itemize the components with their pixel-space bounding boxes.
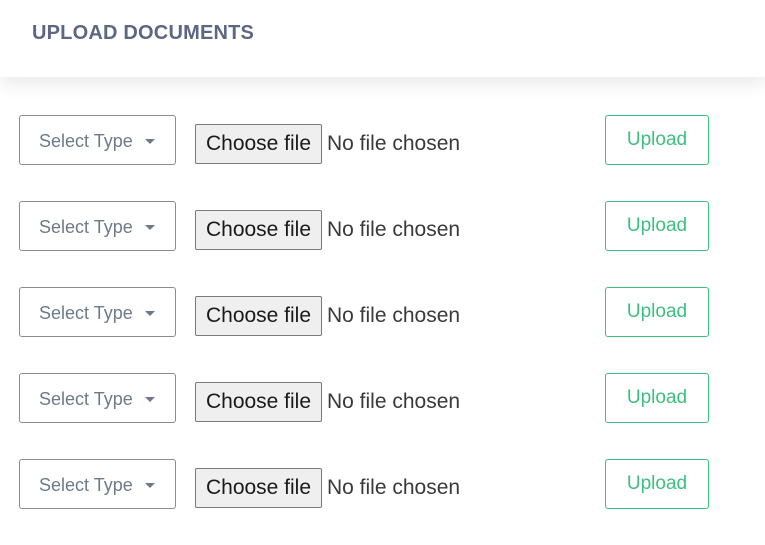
caret-down-icon <box>145 483 155 488</box>
choose-file-button[interactable]: Choose file <box>195 296 322 336</box>
select-type-label: Select Type <box>39 389 133 409</box>
upload-rows: Select Type Choose file No file chosen U… <box>0 0 765 545</box>
select-type-dropdown[interactable]: Select Type <box>19 201 176 251</box>
upload-button[interactable]: Upload <box>605 373 709 423</box>
upload-button[interactable]: Upload <box>605 115 709 165</box>
caret-down-icon <box>145 139 155 144</box>
select-type-label: Select Type <box>39 131 133 151</box>
choose-file-button[interactable]: Choose file <box>195 468 322 508</box>
upload-button[interactable]: Upload <box>605 201 709 251</box>
file-status-text: No file chosen <box>327 132 461 155</box>
file-status-text: No file chosen <box>327 390 461 413</box>
upload-row: Select Type Choose file No file chosen U… <box>0 287 765 339</box>
select-type-label: Select Type <box>39 303 133 323</box>
select-type-label: Select Type <box>39 475 133 495</box>
choose-file-button[interactable]: Choose file <box>195 382 322 422</box>
upload-row: Select Type Choose file No file chosen U… <box>0 373 765 425</box>
select-type-dropdown[interactable]: Select Type <box>19 459 176 509</box>
page-title: UPLOAD DOCUMENTS <box>32 22 255 44</box>
select-type-dropdown[interactable]: Select Type <box>19 115 176 165</box>
upload-row: Select Type Choose file No file chosen U… <box>0 459 765 511</box>
caret-down-icon <box>145 311 155 316</box>
file-status-text: No file chosen <box>327 476 461 499</box>
select-type-dropdown[interactable]: Select Type <box>19 373 176 423</box>
select-type-label: Select Type <box>39 217 133 237</box>
page-header: UPLOAD DOCUMENTS <box>0 0 765 77</box>
upload-row: Select Type Choose file No file chosen U… <box>0 115 765 167</box>
select-type-dropdown[interactable]: Select Type <box>19 287 176 337</box>
choose-file-button[interactable]: Choose file <box>195 210 322 250</box>
file-status-text: No file chosen <box>327 304 461 327</box>
upload-row: Select Type Choose file No file chosen U… <box>0 201 765 253</box>
caret-down-icon <box>145 225 155 230</box>
caret-down-icon <box>145 397 155 402</box>
upload-button[interactable]: Upload <box>605 287 709 337</box>
upload-documents-page: UPLOAD DOCUMENTS Select Type Choose file… <box>0 0 765 545</box>
upload-button[interactable]: Upload <box>605 459 709 509</box>
choose-file-button[interactable]: Choose file <box>195 124 322 164</box>
file-status-text: No file chosen <box>327 218 461 241</box>
